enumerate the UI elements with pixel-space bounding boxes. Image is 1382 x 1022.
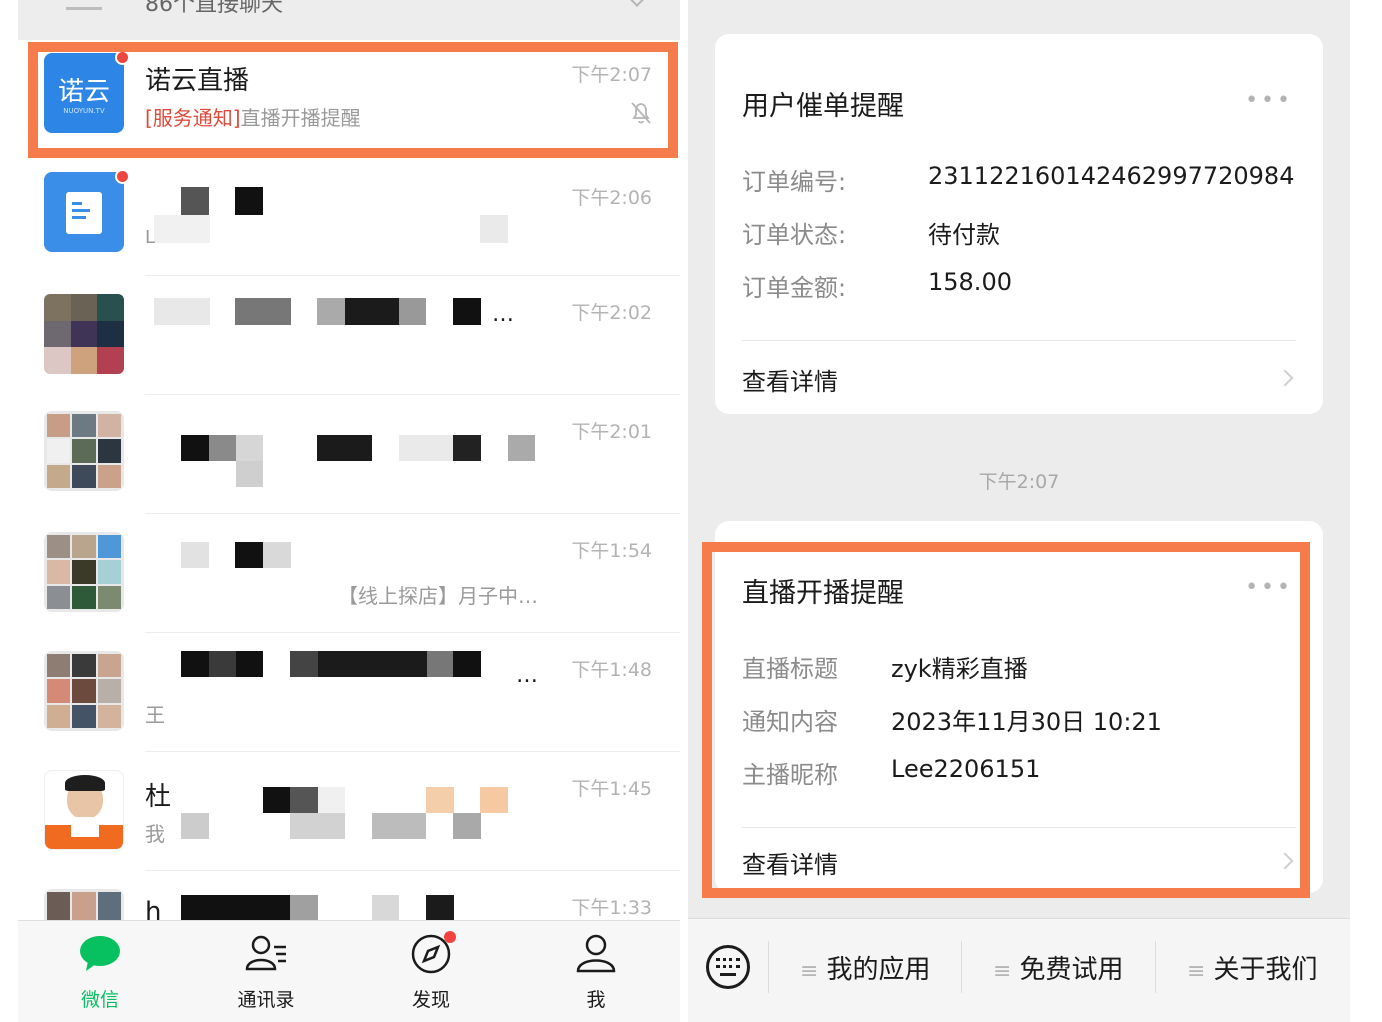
chat-title: 杜	[145, 782, 172, 812]
menu-my-apps[interactable]: ≡ 我的应用	[800, 949, 930, 986]
bottom-tab-bar: 微信 通讯录 发现 我	[18, 920, 680, 1022]
tab-discover[interactable]: 发现	[381, 931, 481, 1012]
tab-wechat[interactable]: 微信	[50, 933, 150, 1012]
chat-preview: 【线上探店】月子中…	[338, 584, 538, 608]
message-timestamp: 下午2:07	[978, 471, 1060, 493]
row-value: 158.00	[928, 268, 1012, 296]
menu-label: 我的应用	[826, 955, 931, 985]
chat-bubble-icon	[80, 936, 120, 971]
group-bar-text: 86个直接聊天	[145, 0, 283, 17]
menu-list-icon: ≡	[800, 959, 819, 984]
chat-time: 下午1:45	[571, 778, 652, 800]
menu-label: 关于我们	[1213, 955, 1318, 985]
chat-time: 下午1:33	[571, 897, 652, 919]
chat-title-ellipsis: …	[516, 663, 538, 688]
chat-time: 下午2:01	[571, 421, 652, 443]
order-reminder-card[interactable]: 用户催单提醒 ••• 订单编号: 23112216014246299772098…	[715, 34, 1323, 414]
group-avatar	[44, 532, 124, 612]
row-key: 订单编号:	[742, 168, 847, 196]
order-number-row: 订单编号: 231122160142462997720984	[742, 162, 1294, 197]
chat-preview: 王	[145, 703, 165, 727]
tab-label: 微信	[80, 989, 119, 1011]
chat-item[interactable]: 下午2:01	[18, 395, 680, 514]
chevron-right-icon	[1276, 369, 1294, 387]
contacts-icon	[245, 935, 286, 971]
card-title: 用户催单提醒	[742, 91, 904, 122]
service-menu-bar: ≡ 我的应用 ≡ 免费试用 ≡ 关于我们	[688, 918, 1350, 1022]
menu-list-icon: ≡	[993, 959, 1012, 984]
chat-time: 下午1:48	[571, 659, 652, 681]
chat-item[interactable]: … 王 下午1:48	[18, 633, 680, 752]
menu-about-us[interactable]: ≡ 关于我们	[1187, 949, 1317, 986]
keyboard-icon[interactable]	[706, 945, 750, 989]
chat-title-ellipsis: …	[492, 302, 514, 327]
document-icon	[66, 192, 102, 234]
chat-preview: 我	[145, 822, 165, 846]
view-details-link[interactable]: 查看详情	[742, 362, 838, 397]
group-chat-bar[interactable]: 86个直接聊天	[18, 0, 680, 40]
person-avatar	[44, 770, 124, 850]
group-avatar	[44, 294, 124, 374]
tab-label: 我	[586, 989, 606, 1011]
service-account-chat: 用户催单提醒 ••• 订单编号: 23112216014246299772098…	[688, 0, 1350, 1022]
chat-item[interactable]: L 下午2:06	[18, 157, 680, 276]
notification-dot	[444, 931, 456, 943]
tab-label: 通讯录	[237, 989, 295, 1011]
row-key: 订单金额:	[742, 274, 847, 302]
group-avatar	[44, 411, 124, 491]
chat-time: 下午2:06	[571, 187, 652, 209]
row-value: 231122160142462997720984	[928, 162, 1295, 190]
chat-time: 下午1:54	[571, 540, 652, 562]
chat-preview: L	[145, 227, 156, 248]
row-value: 待付款	[928, 221, 1000, 249]
chat-item[interactable]: 【线上探店】月子中… 下午1:54	[18, 514, 680, 633]
menu-list-icon: ≡	[1187, 959, 1206, 984]
menu-free-trial[interactable]: ≡ 免费试用	[993, 949, 1123, 986]
unread-dot	[115, 169, 130, 184]
tab-label: 发现	[411, 989, 450, 1011]
tab-contacts[interactable]: 通讯录	[216, 933, 316, 1012]
more-options-icon[interactable]: •••	[1245, 90, 1293, 112]
order-status-row: 订单状态: 待付款	[742, 215, 1000, 250]
chevron-down-icon	[627, 0, 647, 7]
group-avatar	[44, 651, 124, 731]
group-icon	[66, 2, 102, 10]
chat-item[interactable]: … 下午2:02	[18, 276, 680, 395]
chat-item[interactable]: 杜 我 下午1:45	[18, 752, 680, 871]
person-icon	[576, 934, 616, 973]
chat-time: 下午2:02	[571, 302, 652, 324]
menu-label: 免费试用	[1019, 955, 1124, 985]
highlight-box-chat	[28, 42, 678, 158]
chat-list-panel: 86个直接聊天 诺云 NUOYUN.TV 诺云直播 [服务通知]直播开播提醒 下…	[18, 0, 680, 1022]
order-amount-row: 订单金额: 158.00	[742, 268, 1012, 303]
tab-me[interactable]: 我	[546, 933, 646, 1012]
highlight-box-card	[702, 542, 1310, 898]
document-avatar	[44, 172, 124, 252]
row-key: 订单状态:	[742, 221, 847, 249]
